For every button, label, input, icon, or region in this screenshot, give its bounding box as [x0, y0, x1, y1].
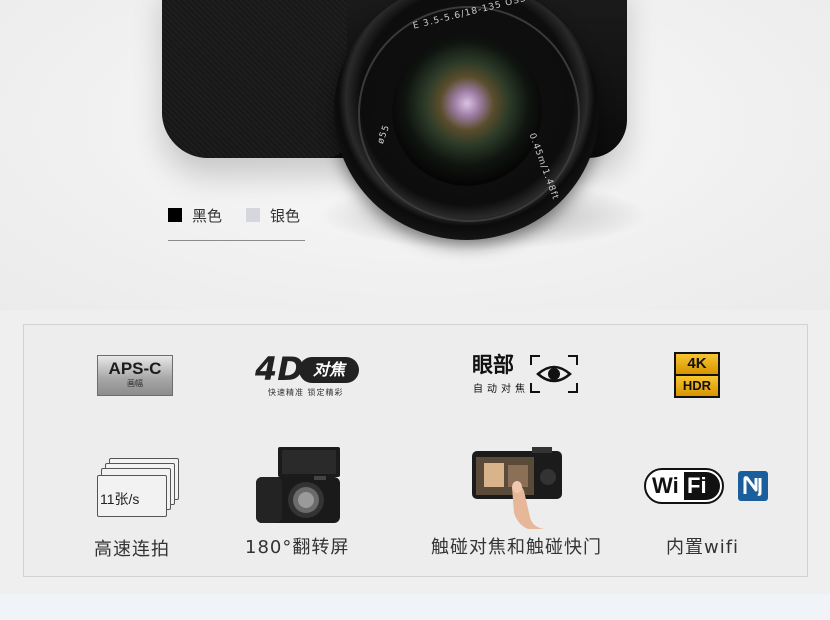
lens-glass — [392, 36, 542, 186]
burst-rate: 11张/s — [100, 491, 140, 507]
wifi-logo: Wi Fi — [644, 468, 724, 504]
eye-icon — [530, 355, 578, 393]
4k-text: 4K — [676, 354, 718, 374]
eye-af-title: 眼部 — [472, 353, 514, 377]
4d-subtitle: 快速精准 锁定精彩 — [268, 388, 344, 397]
footer-band — [0, 594, 830, 620]
touch-shutter-camera-icon — [472, 447, 562, 529]
black-swatch — [168, 208, 182, 222]
color-label-black: 黑色 — [192, 206, 223, 225]
camera-grip — [162, 0, 347, 158]
burst-caption: 高速连拍 — [94, 539, 170, 560]
wifi-logo-right: Fi — [684, 472, 720, 500]
nfc-icon — [738, 471, 768, 501]
eye-af-subtitle: 自动对焦 — [473, 384, 529, 395]
4k-hdr-badge: 4K HDR — [674, 352, 720, 398]
color-option-black[interactable]: 黑色 — [168, 204, 222, 226]
focus-pill: 对焦 — [299, 357, 359, 383]
4d-focus-badge: 4D 对焦 快速精准 锁定精彩 — [255, 352, 359, 398]
hdr-text: HDR — [676, 376, 718, 396]
flip-screen-caption: 180°翻转屏 — [245, 537, 350, 558]
apsc-badge: APS-C 画幅 — [97, 355, 173, 396]
silver-swatch — [246, 208, 260, 222]
apsc-subtitle: 画幅 — [127, 379, 143, 388]
color-label-silver: 银色 — [270, 206, 301, 225]
eye-af-badge: 眼部 自动对焦 — [472, 353, 580, 395]
flip-screen-camera-icon — [256, 447, 340, 523]
touch-caption: 触碰对焦和触碰快门 — [431, 537, 602, 558]
4d-text: 4D — [255, 350, 304, 388]
color-selector: 黑色 银色 — [168, 204, 305, 241]
color-option-silver[interactable]: 银色 — [246, 204, 300, 226]
wifi-caption: 内置wifi — [666, 537, 740, 558]
apsc-title: APS-C — [108, 359, 162, 378]
wifi-logo-left: Wi — [652, 473, 679, 498]
burst-icon: 11张/s — [97, 458, 179, 518]
product-hero: E 3.5-5.6/18-135 OSS 0.45m/1.48ft ø55 黑色… — [0, 0, 830, 310]
